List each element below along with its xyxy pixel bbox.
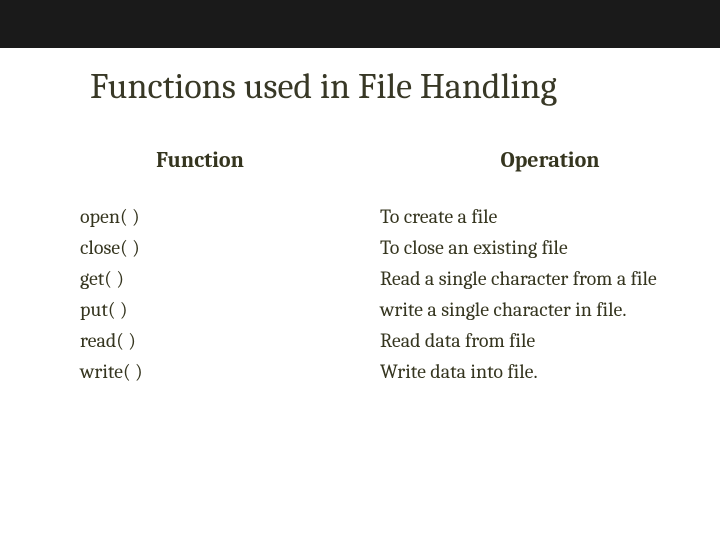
table-row: write( ) <box>80 356 380 387</box>
table-row: open( ) <box>80 201 380 232</box>
column-header-function: Function <box>80 147 380 173</box>
table-row: close( ) <box>80 232 380 263</box>
function-column: open( ) close( ) get( ) put( ) read( ) w… <box>80 201 380 387</box>
table-row: To create a file <box>380 201 720 232</box>
table-row: put( ) <box>80 294 380 325</box>
table-row: write a single character in file. <box>380 294 720 325</box>
table-row: Write data into file. <box>380 356 720 387</box>
table-row: get( ) <box>80 263 380 294</box>
column-header-operation: Operation <box>380 147 720 173</box>
page-title: Functions used in File Handling <box>90 66 720 107</box>
table-row: Read data from file <box>380 325 720 356</box>
functions-table: Function Operation open( ) close( ) get(… <box>80 147 720 387</box>
operation-column: To create a file To close an existing fi… <box>380 201 720 387</box>
table-row: To close an existing file <box>380 232 720 263</box>
table-row: read( ) <box>80 325 380 356</box>
table-row: Read a single character from a file <box>380 263 720 294</box>
top-band <box>0 0 720 48</box>
